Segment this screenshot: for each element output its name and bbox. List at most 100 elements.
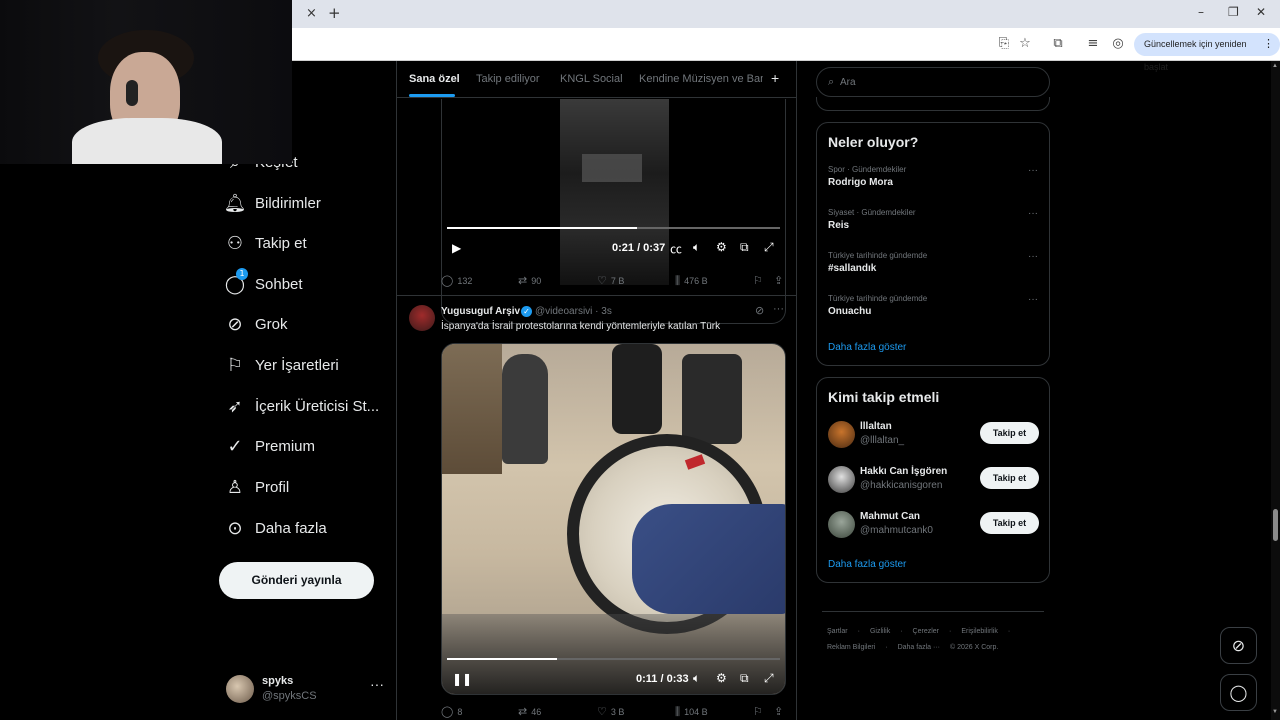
more-icon[interactable]: ··· xyxy=(1028,251,1038,262)
like-button[interactable]: ♡ 7 B xyxy=(597,274,624,287)
avatar[interactable] xyxy=(409,305,435,331)
media-controls-icon[interactable]: ≡ xyxy=(1085,36,1101,52)
footer-link-more[interactable]: Daha fazla ··· xyxy=(898,644,940,651)
verified-badge-icon: ✓ xyxy=(521,306,532,317)
tab-for-you[interactable]: Sana özel xyxy=(409,73,460,85)
footer-link-accessibility[interactable]: Erişilebilirlik xyxy=(961,628,998,635)
pip-icon[interactable]: ⧉ xyxy=(740,671,749,686)
restore-button[interactable]: ❐ xyxy=(1228,5,1239,19)
tab-musicians[interactable]: Kendine Müzisyen ve Banc xyxy=(639,73,763,85)
new-tab-button[interactable]: + xyxy=(328,4,341,22)
tab-following[interactable]: Takip ediliyor xyxy=(476,73,540,85)
tweet2-video[interactable]: ❚❚ 0:11 / 0:33 🔈︎ ⚙ ⧉ ⤢ xyxy=(441,343,786,695)
tweet1-video[interactable]: ▶ 0:21 / 0:37 ㏄ 🔈︎ ⚙ ⧉ ⤢ xyxy=(441,99,786,324)
scroll-up-icon[interactable]: ▲ xyxy=(1272,63,1278,69)
trend-item[interactable]: Türkiye tarihinde gündemde Onuachu ··· xyxy=(828,294,1038,328)
repost-button[interactable]: ⇄ 46 xyxy=(518,705,541,718)
footer-link-terms[interactable]: Şartlar xyxy=(827,628,848,635)
grok-icon[interactable]: ⊘ xyxy=(755,304,764,317)
page-scrollbar[interactable]: ▲ ▼ xyxy=(1271,61,1280,720)
share-button[interactable]: ⇪ xyxy=(774,274,787,287)
more-icon[interactable]: ··· xyxy=(1028,294,1038,305)
repost-icon: ⇄ xyxy=(518,274,528,287)
share-button[interactable]: ⇪ xyxy=(774,705,787,718)
settings-gear-icon[interactable]: ⚙ xyxy=(716,240,727,254)
tab-kngl-social[interactable]: KNGL Social xyxy=(560,73,623,85)
nav-item-creator-studio[interactable]: ➶ İçerik Üreticisi St... xyxy=(215,386,390,426)
trends-title: Neler oluyor? xyxy=(828,134,919,150)
tweet-author-handle[interactable]: @videoarsivi · 3s xyxy=(535,306,612,317)
nav-item-notifications[interactable]: 🔔︎ Bildirimler xyxy=(215,183,390,223)
video-progress-bar[interactable] xyxy=(447,658,780,660)
footer-link-ads-info[interactable]: Reklam Bilgileri xyxy=(827,644,875,651)
pip-icon[interactable]: ⧉ xyxy=(740,240,749,255)
fullscreen-icon[interactable]: ⤢ xyxy=(764,240,774,255)
add-tab-icon[interactable]: + xyxy=(771,70,779,86)
follow-button[interactable]: Takip et xyxy=(980,422,1039,444)
tweet-author-name[interactable]: Yugusuguf Arşiv xyxy=(441,306,520,317)
repost-button[interactable]: ⇄ 90 xyxy=(518,274,541,287)
follow-button[interactable]: Takip et xyxy=(980,512,1039,534)
extensions-icon[interactable]: ⧉ xyxy=(1050,36,1066,52)
tab-close-icon[interactable]: × xyxy=(306,6,317,21)
captions-icon[interactable]: ㏄ xyxy=(670,240,682,257)
nav-item-bookmarks[interactable]: ⚐ Yer İşaretleri xyxy=(215,345,390,385)
reply-button[interactable]: ◯ 132 xyxy=(441,274,472,287)
nav-item-grok[interactable]: ⊘ Grok xyxy=(215,304,390,344)
nav-item-more[interactable]: ⊙ Daha fazla xyxy=(215,508,390,548)
scrollbar-thumb[interactable] xyxy=(1273,509,1278,541)
more-icon[interactable]: ··· xyxy=(773,303,784,315)
bookmark-star-icon[interactable]: ☆ xyxy=(1017,36,1033,52)
minimize-button[interactable]: – xyxy=(1198,5,1204,19)
bookmark-button[interactable]: ⚐ xyxy=(753,705,767,718)
follow-button[interactable]: Takip et xyxy=(980,467,1039,489)
nav-item-chat[interactable]: ◯ 1 Sohbet xyxy=(215,264,390,304)
avatar[interactable] xyxy=(828,421,855,448)
main-feed[interactable]: Sana özel Takip ediliyor KNGL Social Ken… xyxy=(396,61,797,720)
close-window-button[interactable]: ✕ xyxy=(1256,5,1266,19)
trend-item[interactable]: Türkiye tarihinde gündemde #sallandık ··… xyxy=(828,251,1038,285)
fullscreen-icon[interactable]: ⤢ xyxy=(764,671,774,686)
follow-suggestion[interactable]: Hakkı Can İşgören @hakkicanisgoren Takip… xyxy=(828,464,1043,500)
nav-item-label: Sohbet xyxy=(255,275,303,293)
browser-menu-icon[interactable]: ⋮ xyxy=(1263,33,1274,56)
update-restart-button[interactable]: Güncellemek için yeniden başlat ⋮ xyxy=(1134,33,1280,72)
avatar[interactable] xyxy=(828,466,855,493)
who-show-more-link[interactable]: Daha fazla göster xyxy=(828,559,906,570)
profile-icon[interactable]: ◎ xyxy=(1110,36,1126,52)
volume-icon[interactable]: 🔈︎ xyxy=(693,671,700,686)
video-progress-bar[interactable] xyxy=(447,227,780,229)
search-input[interactable]: ⌕ Ara xyxy=(816,67,1050,97)
nav-item-premium[interactable]: ✓ Premium xyxy=(215,426,390,466)
account-switcher[interactable]: spyks @spyksCS ··· xyxy=(226,672,386,708)
footer-link-cookies[interactable]: Çerezler xyxy=(913,628,939,635)
pause-icon[interactable]: ❚❚ xyxy=(452,672,472,686)
follow-suggestion[interactable]: lllaltan @lllaltan_ Takip et xyxy=(828,419,1043,455)
install-app-icon[interactable]: ⎘ xyxy=(996,36,1012,52)
views-button[interactable]: ⫼ 476 B xyxy=(675,274,708,288)
grok-fab-button[interactable]: ⊘ xyxy=(1220,627,1257,664)
more-icon[interactable]: ··· xyxy=(1028,208,1038,219)
volume-icon[interactable]: 🔈︎ xyxy=(693,240,700,255)
play-icon[interactable]: ▶ xyxy=(452,241,461,255)
nav-item-profile[interactable]: ♙ Profil xyxy=(215,467,390,507)
nav-item-follow[interactable]: ⚇ Takip et xyxy=(215,223,390,263)
post-button[interactable]: Gönderi yayınla xyxy=(219,562,374,599)
browser-toolbar: ⎘ ☆ ⧉ ≡ ◎ Güncellemek için yeniden başla… xyxy=(292,28,1280,72)
trends-show-more-link[interactable]: Daha fazla göster xyxy=(828,342,906,353)
views-button[interactable]: ⫼ 104 B xyxy=(675,705,708,719)
follow-suggestion[interactable]: Mahmut Can @mahmutcank0 Takip et xyxy=(828,509,1043,545)
avatar[interactable] xyxy=(828,511,855,538)
trend-title: #sallandık xyxy=(828,263,877,274)
more-icon[interactable]: ··· xyxy=(1028,165,1038,176)
more-icon[interactable]: ··· xyxy=(370,676,384,692)
bookmark-button[interactable]: ⚐ xyxy=(753,274,767,287)
like-button[interactable]: ♡ 3 B xyxy=(597,705,624,718)
scroll-down-icon[interactable]: ▼ xyxy=(1272,709,1278,715)
trend-item[interactable]: Siyaset · Gündemdekiler Reis ··· xyxy=(828,208,1038,242)
settings-gear-icon[interactable]: ⚙ xyxy=(716,671,727,685)
reply-button[interactable]: ◯ 8 xyxy=(441,705,462,718)
messages-fab-button[interactable]: ◯ xyxy=(1220,674,1257,711)
trend-item[interactable]: Spor · Gündemdekiler Rodrigo Mora ··· xyxy=(828,165,1038,199)
footer-link-privacy[interactable]: Gizlilik xyxy=(870,628,890,635)
